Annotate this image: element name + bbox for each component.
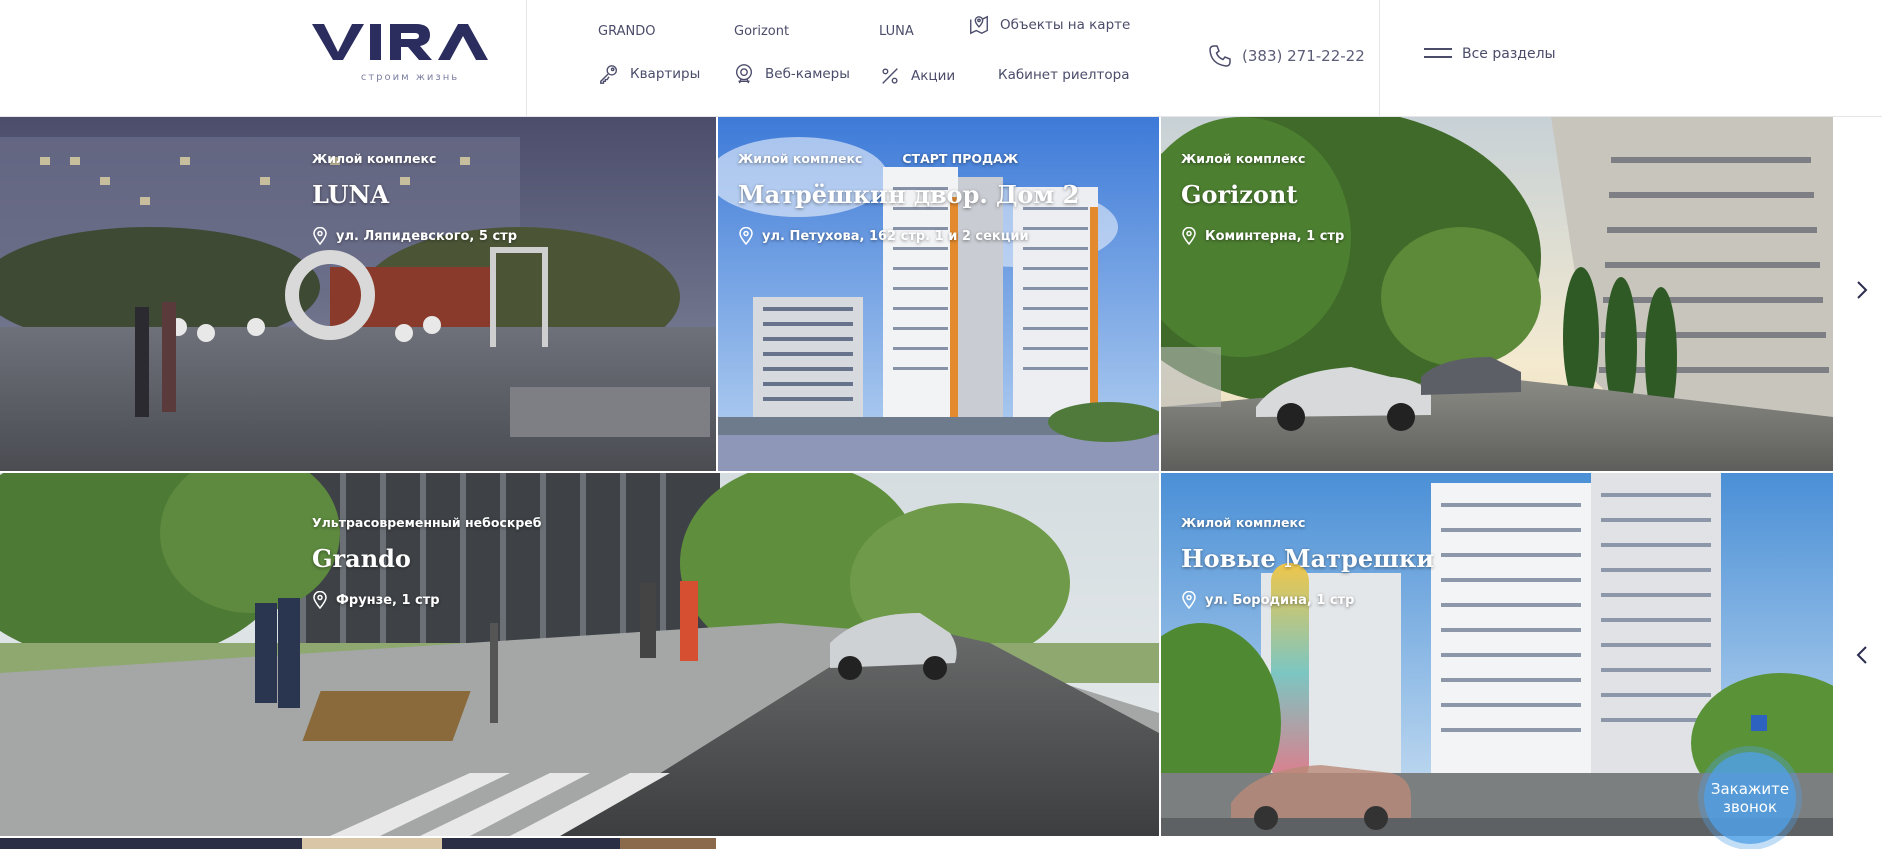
tile-address: ул. Петухова, 162 стр. 1 и 2 секции: [762, 228, 1029, 244]
phone-link[interactable]: (383) 271-22-22: [1208, 44, 1365, 68]
tile-kind: Жилой комплекс: [1181, 151, 1306, 166]
project-tile-luna[interactable]: Жилой комплекс LUNA ул. Ляпидевского, 5 …: [0, 117, 716, 471]
phone-number: (383) 271-22-22: [1242, 47, 1365, 65]
all-sections-menu-button[interactable]: Все разделы: [1424, 46, 1556, 62]
tile-title: Матрёшкин двор. Дом 2: [738, 180, 1080, 209]
tile-address: Коминтерна, 1 стр: [1205, 228, 1345, 244]
tile-kind: Жилой комплекс: [1181, 515, 1306, 530]
nav-promotions-label: Акции: [911, 68, 956, 84]
site-header: строим жизнь GRANDO Gorizont LUNA Объект…: [0, 0, 1882, 117]
tile-address: ул. Бородина, 1 стр: [1205, 592, 1355, 608]
location-pin-icon: [313, 227, 327, 245]
tile-title: Grando: [312, 544, 411, 573]
phone-icon: [1209, 45, 1231, 67]
location-pin-icon: [1182, 227, 1196, 245]
tile-info: Жилой комплекс СТАРТ ПРОДАЖ Матрёшкин дв…: [738, 151, 1079, 245]
map-pin-icon: [970, 15, 988, 35]
tile-address: Фрунзе, 1 стр: [336, 592, 440, 608]
project-tile-matreshkin-dvor[interactable]: Жилой комплекс СТАРТ ПРОДАЖ Матрёшкин дв…: [718, 117, 1159, 471]
logo[interactable]: строим жизнь: [312, 22, 508, 86]
percent-icon: [882, 68, 898, 84]
nav-link-realtor-cabinet[interactable]: Кабинет риелтора: [998, 67, 1130, 83]
nav-map-label: Объекты на карте: [1000, 17, 1131, 33]
nav-link-luna[interactable]: LUNA: [879, 24, 914, 39]
nav-webcams-label: Веб-камеры: [765, 66, 850, 82]
tile-title: Новые Матрешки: [1181, 544, 1435, 573]
nav-link-webcams[interactable]: Веб-камеры: [733, 63, 850, 85]
location-pin-icon: [739, 227, 753, 245]
nav-link-apartments[interactable]: Квартиры: [598, 63, 700, 85]
logo-tagline: строим жизнь: [360, 72, 460, 83]
header-divider: [1379, 0, 1380, 117]
nav-link-grando[interactable]: GRANDO: [598, 24, 655, 39]
burger-icon: [1424, 48, 1452, 60]
tile-info: Жилой комплекс Новые Матрешки ул. Бороди…: [1181, 515, 1434, 609]
key-icon: [600, 65, 618, 84]
tile-info: Жилой комплекс LUNA ул. Ляпидевского, 5 …: [312, 151, 517, 245]
nav-apartments-label: Квартиры: [630, 66, 701, 82]
all-sections-label: Все разделы: [1462, 46, 1556, 62]
tile-title: Gorizont: [1181, 180, 1298, 209]
next-row-preview: [0, 838, 716, 849]
tile-kind: Жилой комплекс: [738, 151, 863, 166]
tile-info: Ультрасовременный небоскреб Grando Фрунз…: [312, 515, 542, 609]
chevron-left-icon[interactable]: [1850, 643, 1874, 667]
nav-link-promotions[interactable]: Акции: [879, 65, 955, 87]
tile-info: Жилой комплекс Gorizont Коминтерна, 1 ст…: [1181, 151, 1344, 245]
location-pin-icon: [313, 591, 327, 609]
project-tile-gorizont[interactable]: Жилой комплекс Gorizont Коминтерна, 1 ст…: [1161, 117, 1833, 471]
sale-start-badge: СТАРТ ПРОДАЖ: [902, 151, 1019, 166]
chevron-right-icon[interactable]: [1850, 278, 1874, 302]
tile-address: ул. Ляпидевского, 5 стр: [336, 228, 518, 244]
logo-wordmark: [312, 24, 488, 60]
nav-link-gorizont[interactable]: Gorizont: [734, 24, 789, 39]
webcam-icon: [735, 64, 753, 84]
location-pin-icon: [1182, 591, 1196, 609]
tile-title: LUNA: [312, 180, 390, 209]
project-tile-grando[interactable]: Ультрасовременный небоскреб Grando Фрунз…: [0, 473, 1159, 836]
nav-link-map[interactable]: Объекты на карте: [968, 14, 1130, 36]
callback-request-button[interactable]: Закажите звонок: [1704, 752, 1796, 844]
project-image: [0, 473, 1159, 836]
header-divider: [526, 0, 527, 117]
tile-kind: Жилой комплекс: [312, 151, 437, 166]
tile-kind: Ультрасовременный небоскреб: [312, 515, 542, 530]
